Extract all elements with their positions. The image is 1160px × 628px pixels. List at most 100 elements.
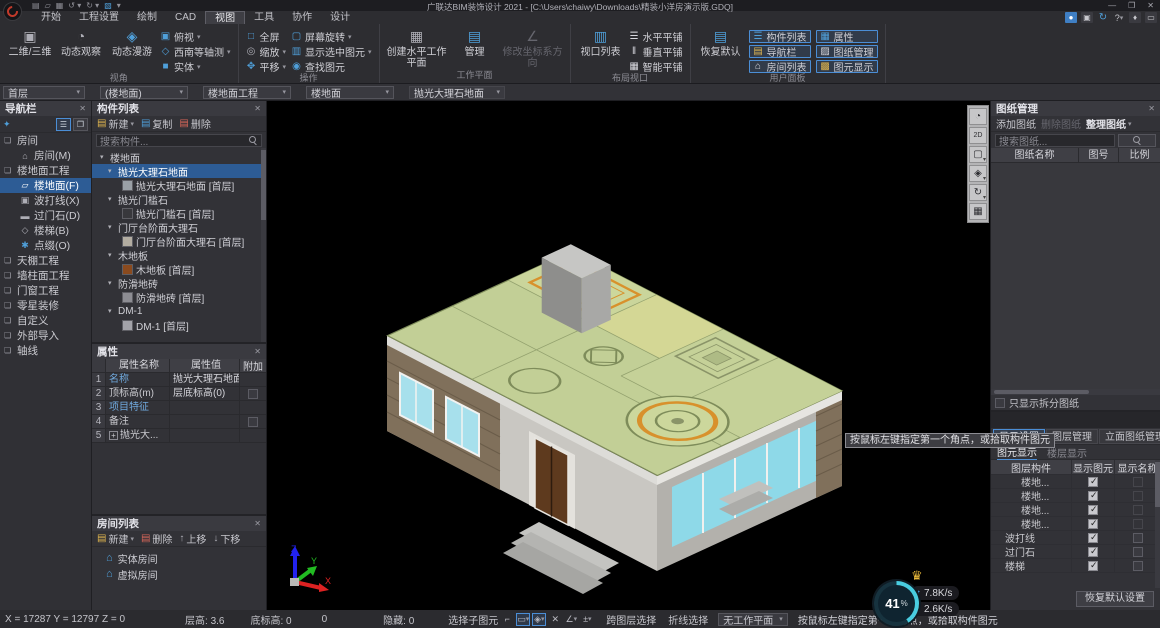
tree-node-item[interactable]: 抛光大理石地面 [首层] <box>92 178 266 192</box>
show-element-checkbox[interactable] <box>1088 519 1098 529</box>
tree-node-group[interactable]: ▾防滑地砖 <box>92 276 266 290</box>
component-dropdown[interactable]: 抛光大理石地面▾ <box>409 86 505 99</box>
menu-view[interactable]: 视图 <box>205 11 245 24</box>
property-row-features[interactable]: 3 项目特征 <box>92 401 266 415</box>
nav-group-ceiling[interactable]: ❏天棚工程 <box>0 253 91 268</box>
horizontal-scrollbar[interactable] <box>991 389 1160 395</box>
restore-button[interactable]: ❐ <box>1128 1 1135 10</box>
nav-item-border-line[interactable]: ▣波打线(X) <box>0 193 91 208</box>
drawing-table-body[interactable] <box>991 163 1160 389</box>
show-element-checkbox[interactable] <box>1088 533 1098 543</box>
increment-icon[interactable]: ±▾ <box>580 613 594 626</box>
mode-2d3d-tool-icon[interactable]: 2D <box>969 127 987 144</box>
toggle-properties[interactable]: ▦属性 <box>816 30 878 43</box>
menu-design[interactable]: 设计 <box>321 11 359 24</box>
solid-select-icon[interactable]: ◈▾ <box>532 613 546 626</box>
orbit-tool-icon[interactable]: ◔ <box>969 108 987 125</box>
tree-node-group[interactable]: ▾DM-1 <box>92 304 266 318</box>
nav-group-floor[interactable]: ❏楼地面工程 <box>0 163 91 178</box>
tree-node-group[interactable]: ▾抛光门槛石 <box>92 192 266 206</box>
show-element-checkbox[interactable] <box>1088 561 1098 571</box>
undo-icon[interactable]: ↺ ▾ <box>68 2 81 10</box>
button-modify-axis[interactable]: ∠修改坐标系方向 <box>503 27 563 69</box>
menu-tools[interactable]: 工具 <box>245 11 283 24</box>
close-icon[interactable]: ✕ <box>254 519 261 528</box>
save-icon[interactable]: ▦ <box>56 2 64 10</box>
new-room-button[interactable]: ▤新建▾ <box>97 531 134 546</box>
show-name-checkbox[interactable] <box>1133 547 1143 557</box>
room-item-virtual[interactable]: ⌂虚拟房间 <box>92 566 266 582</box>
nav-group-import[interactable]: ❏外部导入 <box>0 328 91 343</box>
show-element-checkbox[interactable] <box>1088 477 1098 487</box>
nav-group-room[interactable]: ❏房间 <box>0 133 91 148</box>
move-up-button[interactable]: ↑上移 <box>179 531 206 546</box>
button-orbit[interactable]: ◔动态观察 <box>58 27 104 58</box>
delete-drawing-button[interactable]: 删除图纸 <box>1041 116 1081 131</box>
list-view-icon[interactable]: ☰ <box>56 118 71 131</box>
close-icon[interactable]: ✕ <box>79 104 86 113</box>
nav-group-wall[interactable]: ❏墙柱面工程 <box>0 268 91 283</box>
button-manage-workplane[interactable]: ▤管理 <box>452 27 498 58</box>
button-2d3d[interactable]: ▣二维/三维 <box>7 27 53 58</box>
solid-view-icon[interactable]: ◈▾ <box>969 165 987 182</box>
button-viewport-list[interactable]: ▥视口列表 <box>578 27 624 58</box>
close-button[interactable]: ✕ <box>1147 1 1154 10</box>
wireframe-view-icon[interactable]: ▢▾ <box>969 146 987 163</box>
drawing-search-input[interactable]: 搜索图纸... <box>995 134 1115 147</box>
property-row-top-elevation[interactable]: 2 顶标高(m) 层底标高(0) <box>92 387 266 401</box>
nav-group-misc[interactable]: ❏零星装修 <box>0 298 91 313</box>
reward-icon[interactable]: ♦ <box>1129 12 1141 23</box>
type-dropdown[interactable]: 楼地面▾ <box>306 86 394 99</box>
menu-project-settings[interactable]: 工程设置 <box>70 11 128 24</box>
work-plane-dropdown[interactable]: 无工作平面▾ <box>718 613 788 626</box>
layer-row[interactable]: 楼地... <box>991 475 1160 489</box>
tree-node-group[interactable]: ▾木地板 <box>92 248 266 262</box>
panel-view-icon[interactable]: ❐ <box>73 118 88 131</box>
tree-node-root[interactable]: ▾楼地面 <box>92 150 266 164</box>
category-dropdown[interactable]: (楼地面)▾ <box>100 86 188 99</box>
polyline-select-toggle[interactable]: 折线选择 <box>668 612 708 627</box>
open-file-icon[interactable]: ▱ <box>45 2 51 10</box>
button-top-view[interactable]: ▣俯视▾ <box>160 30 231 43</box>
button-sw-isometric[interactable]: ◇西南等轴测▾ <box>160 45 231 58</box>
property-row-expandable[interactable]: 5 抛光大... <box>92 429 266 443</box>
sync-icon[interactable]: ↻ <box>1097 12 1109 23</box>
toggle-nav-bar[interactable]: ▤导航栏 <box>749 45 811 58</box>
only-split-checkbox[interactable] <box>995 398 1005 408</box>
ortho-icon[interactable]: ⌐ <box>500 613 514 626</box>
attach-checkbox[interactable] <box>248 417 258 427</box>
customize-quickbar-icon[interactable]: ▾ <box>117 2 121 10</box>
print-icon[interactable]: ▧ <box>104 2 112 10</box>
vertical-scrollbar[interactable] <box>1155 460 1160 588</box>
clear-selection-icon[interactable]: ✕ <box>548 613 562 626</box>
select-sub-element-toggle[interactable]: 选择子图元 <box>448 612 498 627</box>
layer-row[interactable]: 楼地... <box>991 517 1160 531</box>
close-icon[interactable]: ✕ <box>254 347 261 356</box>
show-name-checkbox[interactable] <box>1133 533 1143 543</box>
nav-item-stairs[interactable]: ◇楼梯(B) <box>0 223 91 238</box>
layer-row[interactable]: 楼地... <box>991 503 1160 517</box>
button-pan[interactable]: ✥平移▾ <box>246 60 287 73</box>
show-name-checkbox[interactable] <box>1133 491 1143 501</box>
floor-dropdown[interactable]: 首层▾ <box>3 86 85 99</box>
minimize-button[interactable]: — <box>1108 1 1116 10</box>
button-find-element[interactable]: ◉查找图元 <box>291 60 372 73</box>
button-create-workplane[interactable]: ▦创建水平工作平面 <box>387 27 447 69</box>
delete-room-button[interactable]: ▤删除 <box>141 531 172 546</box>
cpu-gauge[interactable]: 41% <box>874 581 919 626</box>
tree-node-item[interactable]: DM-1 [首层] <box>92 318 266 332</box>
expand-icon[interactable] <box>109 431 118 440</box>
show-name-checkbox[interactable] <box>1133 477 1143 487</box>
organize-drawing-button[interactable]: 整理图纸▾ <box>1086 116 1132 131</box>
button-walkthrough[interactable]: ◈动态漫游 <box>109 27 155 58</box>
menu-draw[interactable]: 绘制 <box>128 11 166 24</box>
show-name-checkbox[interactable] <box>1133 505 1143 515</box>
attach-checkbox[interactable] <box>248 389 258 399</box>
menu-cad[interactable]: CAD <box>166 11 205 24</box>
close-icon[interactable]: ✕ <box>1148 104 1155 113</box>
layer-row[interactable]: 楼梯 <box>991 559 1160 573</box>
nav-item-accent[interactable]: ✱点缀(O) <box>0 238 91 253</box>
tree-node-item[interactable]: 抛光门槛石 [首层] <box>92 206 266 220</box>
show-name-checkbox[interactable] <box>1133 561 1143 571</box>
nav-item-floor[interactable]: ▱楼地面(F) <box>0 178 91 193</box>
